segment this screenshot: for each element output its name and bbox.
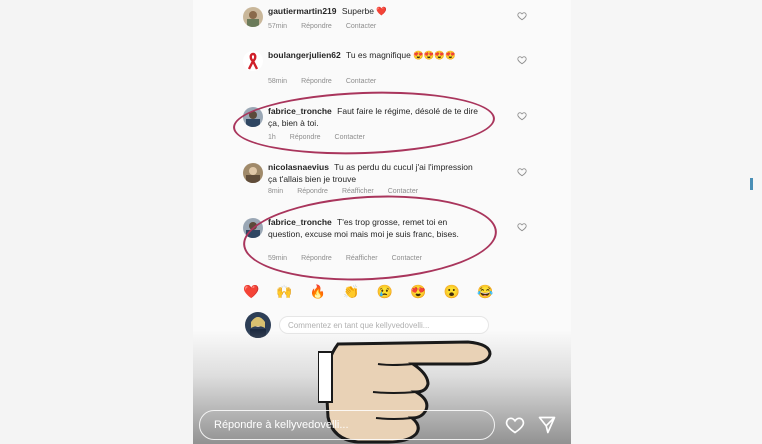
like-heart-icon[interactable] xyxy=(517,111,527,121)
blurred-background-left xyxy=(0,0,193,444)
contact-button[interactable]: Contacter xyxy=(388,188,418,195)
comment-meta: 58min Répondre Contacter xyxy=(268,78,376,85)
blurred-background-right xyxy=(571,0,762,444)
reply-button[interactable]: Répondre xyxy=(301,255,332,262)
like-heart-icon[interactable] xyxy=(517,55,527,65)
story-reply-input[interactable]: Répondre à kellyvedovelli... xyxy=(199,410,495,440)
avatar[interactable] xyxy=(243,107,263,127)
comment-username[interactable]: gautiermartin219 xyxy=(268,6,337,16)
comment-time: 59min xyxy=(268,255,288,262)
reply-button[interactable]: Répondre xyxy=(301,23,332,30)
reaction-laughing-emoji[interactable]: 😂 xyxy=(477,284,493,300)
comment-time: 58min xyxy=(268,78,288,85)
comment-username[interactable]: fabrice_tronche xyxy=(268,106,332,116)
avatar[interactable] xyxy=(243,218,263,238)
comment-username[interactable]: fabrice_tronche xyxy=(268,217,332,227)
comment-username[interactable]: nicolasnaevius xyxy=(268,162,329,172)
comment-meta: 8min Répondre Réafficher Contacter xyxy=(268,188,418,195)
contact-button[interactable]: Contacter xyxy=(392,255,422,262)
comment-time: 8min xyxy=(268,188,284,195)
like-heart-icon[interactable] xyxy=(517,11,527,21)
like-heart-icon[interactable] xyxy=(517,167,527,177)
reaction-clap-emoji[interactable]: 👏 xyxy=(343,284,359,300)
contact-button[interactable]: Contacter xyxy=(346,23,376,30)
reaction-heart-emoji[interactable]: ❤️ xyxy=(243,284,259,300)
emoji-reaction-bar: ❤️ 🙌 🔥 👏 😢 😍 😮 😂 xyxy=(243,284,493,300)
reshow-button[interactable]: Réafficher xyxy=(342,188,374,195)
avatar[interactable] xyxy=(243,7,263,27)
reaction-heart-eyes-emoji[interactable]: 😍 xyxy=(410,284,426,300)
story-like-heart-icon[interactable] xyxy=(505,415,525,435)
comment-meta: 1h Répondre Contacter xyxy=(268,134,365,141)
comment-time: 57min xyxy=(268,23,288,30)
story-screen: gautiermartin219 Superbe ❤️ 57min Répond… xyxy=(193,0,571,444)
avatar[interactable] xyxy=(243,51,263,71)
reaction-raised-hands-emoji[interactable]: 🙌 xyxy=(276,284,292,300)
reply-button[interactable]: Répondre xyxy=(301,78,332,85)
reply-button[interactable]: Répondre xyxy=(290,134,321,141)
edge-mark xyxy=(750,178,753,190)
contact-button[interactable]: Contacter xyxy=(346,78,376,85)
reshow-button[interactable]: Réafficher xyxy=(346,255,378,262)
reaction-crying-emoji[interactable]: 😢 xyxy=(377,284,393,300)
reply-button[interactable]: Répondre xyxy=(297,188,328,195)
send-paper-plane-icon[interactable] xyxy=(537,415,557,435)
avatar[interactable] xyxy=(243,163,263,183)
comment-meta: 59min Répondre Réafficher Contacter xyxy=(268,255,422,262)
comment-username[interactable]: boulangerjulien62 xyxy=(268,50,341,60)
like-heart-icon[interactable] xyxy=(517,222,527,232)
reaction-fire-emoji[interactable]: 🔥 xyxy=(310,284,326,300)
comment-time: 1h xyxy=(268,134,276,141)
reaction-surprised-emoji[interactable]: 😮 xyxy=(444,284,460,300)
comment-meta: 57min Répondre Contacter xyxy=(268,23,376,30)
comment-body: Tu es magnifique 😍😍😍😍 xyxy=(345,50,456,60)
comment-body: Superbe ❤️ xyxy=(341,6,387,16)
contact-button[interactable]: Contacter xyxy=(335,134,365,141)
